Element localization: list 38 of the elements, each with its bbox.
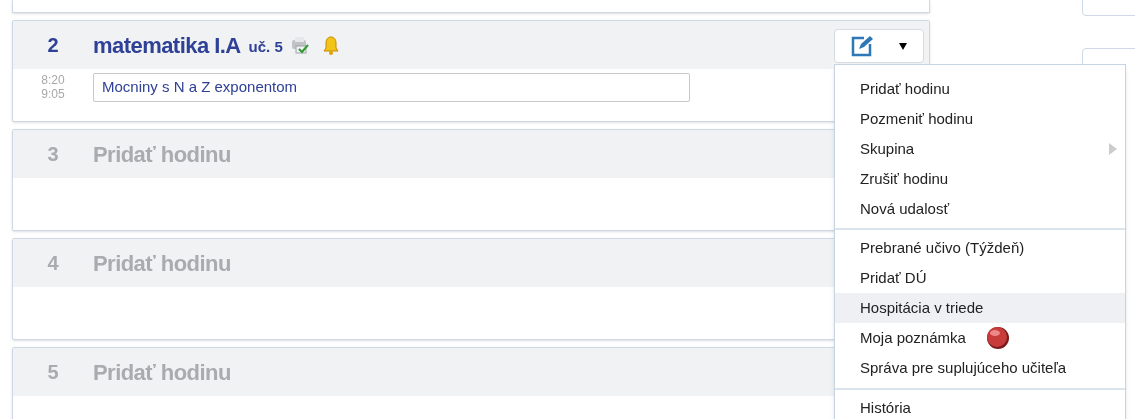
menu-item-label: História [860, 397, 911, 418]
lesson-number: 4 [46, 251, 60, 276]
menu-item-label: Pozmeniť hodinu [860, 108, 974, 129]
menu-item-label: Prebrané učivo (Týždeň) [860, 237, 1025, 258]
end-time: 9:05 [41, 87, 65, 101]
caret-icon [898, 41, 908, 51]
menu-item-label: Pridať DÚ [860, 267, 927, 288]
menu-item[interactable]: Moja poznámka [835, 323, 1125, 353]
submenu-arrow-icon [1109, 143, 1117, 155]
menu-item[interactable]: Hospitácia v triede [835, 293, 1125, 323]
menu-item-label: Hospitácia v triede [860, 297, 984, 318]
menu-item[interactable]: História [835, 393, 1125, 419]
pin-icon [985, 326, 1010, 350]
edit-menu-button[interactable] [834, 29, 924, 63]
topic-field[interactable]: Mocniny s N a Z exponentom [93, 73, 690, 102]
menu-item[interactable]: Prebrané učivo (Týždeň) [835, 233, 1125, 263]
bell-icon [322, 35, 339, 55]
menu-item[interactable]: Skupina [835, 134, 1125, 164]
lesson-subject: matematika I.A [93, 31, 241, 60]
menu-item-label: Moja poznámka [860, 327, 966, 348]
menu-item[interactable]: Pridať hodinu [835, 74, 1125, 104]
menu-item[interactable]: Pridať DÚ [835, 263, 1125, 293]
printer-check-icon [290, 35, 311, 55]
start-time: 8:20 [41, 73, 65, 87]
menu-item-label: Zrušiť hodinu [860, 168, 949, 189]
menu-item-label: Správa pre suplujúceho učiteľa [860, 357, 1067, 378]
menu-item-label: Skupina [860, 138, 915, 159]
lesson-room: uč. 5 [248, 36, 283, 57]
lesson-number: 2 [46, 33, 60, 58]
menu-item-label: Nová udalosť [860, 198, 949, 219]
menu-item[interactable]: Správa pre suplujúceho učiteľa [835, 353, 1125, 383]
menu-item-label: Pridať hodinu [860, 78, 950, 99]
menu-item[interactable]: Pozmeniť hodinu [835, 104, 1125, 134]
menu-item[interactable]: Zrušiť hodinu [835, 164, 1125, 194]
menu-item[interactable]: Nová udalosť [835, 194, 1125, 224]
edit-icon [850, 35, 874, 57]
lesson-number: 3 [46, 142, 60, 167]
lesson-number: 5 [46, 360, 60, 385]
